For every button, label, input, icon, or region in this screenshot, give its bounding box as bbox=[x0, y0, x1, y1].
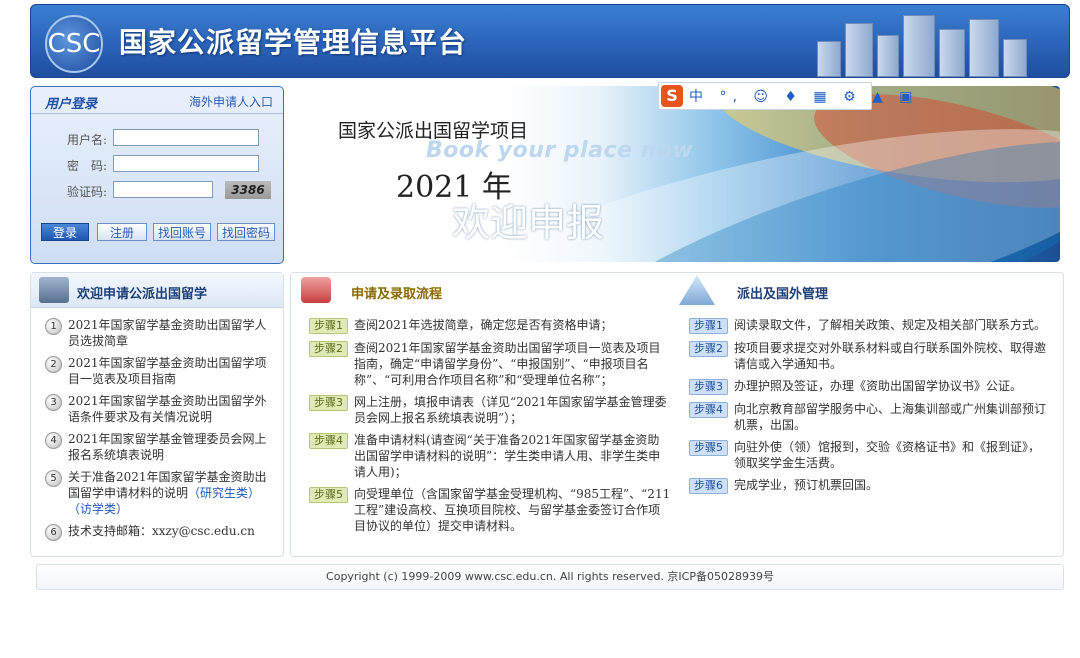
step-text: 按项目要求提交对外联系材料或自行联系国外院校、取得邀请信或入学通知书。 bbox=[734, 341, 1047, 371]
step-text: 完成学业，预订机票回国。 bbox=[734, 478, 879, 492]
visiting-scholar-link[interactable]: （访学类） bbox=[68, 502, 128, 516]
step-badge: 步骤2 bbox=[309, 341, 348, 357]
step-item: 步骤4 向北京教育部留学服务中心、上海集训部或广州集训部预订机票，出国。 bbox=[689, 401, 1051, 433]
step-item: 步骤6 完成学业，预订机票回国。 bbox=[689, 477, 1051, 494]
step-text: 向北京教育部留学服务中心、上海集训部或广州集训部预订机票，出国。 bbox=[734, 402, 1047, 432]
list-item-text[interactable]: 2021年国家留学基金资助出国留学人员选拔简章 bbox=[68, 317, 275, 349]
step-item: 步骤5 向驻外使（领）馆报到，交验《资格证书》和《报到证》，领取奖学金生活费。 bbox=[689, 439, 1051, 471]
step-text: 办理护照及签证，办理《资助出国留学协议书》公证。 bbox=[734, 379, 1023, 393]
list-item[interactable]: 3 2021年国家留学基金资助出国留学外语条件要求及有关情况说明 bbox=[45, 393, 275, 425]
apply-title: 欢迎申请公派出国留学 bbox=[77, 287, 208, 302]
overseas-applicant-link[interactable]: 海外申请人入口 bbox=[189, 93, 273, 110]
process-panel: 申请及录取流程 派出及国外管理 步骤1 查阅2021年选拔简章，确定您是否有资格申… bbox=[290, 272, 1064, 557]
list-item[interactable]: 5 关于准备2021年国家留学基金资助出国留学申请材料的说明（研究生类）（访学类） bbox=[45, 469, 275, 517]
step-text: 查阅2021年选拔简章，确定您是否有资格申请； bbox=[354, 318, 613, 332]
sogou-ime-icon[interactable]: S bbox=[661, 85, 683, 107]
step-text: 查阅2021年国家留学基金资助出国留学项目一览表及项目指南，确定“申请留学身份”… bbox=[354, 341, 661, 387]
application-flow-title: 申请及录取流程 bbox=[351, 287, 443, 302]
csc-logo-icon: CSC bbox=[45, 15, 103, 73]
site-header: CSC 国家公派留学管理信息平台 bbox=[30, 4, 1070, 78]
apply-header: 欢迎申请公派出国留学 bbox=[31, 273, 283, 308]
captcha-label: 验证码: bbox=[66, 185, 107, 199]
step-text: 准备申请材料(请查阅“关于准备2021年国家留学基金资助出国留学申请材料的说明”… bbox=[354, 433, 661, 479]
find-account-button[interactable]: 找回账号 bbox=[153, 223, 211, 241]
login-button[interactable]: 登录 bbox=[41, 223, 89, 241]
banner-subtitle: Book your place now bbox=[426, 138, 694, 163]
captcha-input[interactable] bbox=[113, 181, 213, 198]
apply-list: 1 2021年国家留学基金资助出国留学人员选拔简章 2 2021年国家留学基金资助出… bbox=[45, 317, 275, 547]
banner-welcome: 欢迎申报 bbox=[452, 201, 605, 245]
dispatch-management-title: 派出及国外管理 bbox=[737, 287, 829, 302]
step-badge: 步骤3 bbox=[689, 379, 728, 395]
skyline-image bbox=[807, 13, 1047, 77]
list-item[interactable]: 2 2021年国家留学基金资助出国留学项目一览表及项目指南 bbox=[45, 355, 275, 387]
step-badge: 步骤4 bbox=[309, 433, 348, 449]
application-steps: 步骤1 查阅2021年选拔简章，确定您是否有资格申请； 步骤2 查阅2021年国家留… bbox=[309, 317, 671, 540]
step-item: 步骤2 查阅2021年国家留学基金资助出国留学项目一览表及项目指南，确定“申请留学… bbox=[309, 340, 671, 388]
password-label: 密 码: bbox=[66, 159, 107, 173]
ime-toolbar[interactable]: S 中 °, ☺ ♦ ▦ ⚙ ▲ ▣ bbox=[658, 82, 913, 110]
step-badge: 步骤1 bbox=[309, 318, 348, 334]
step-item: 步骤5 向受理单位（含国家留学基金受理机构、“985工程”、“211工程”建设高校… bbox=[309, 486, 671, 534]
promo-banner[interactable]: 国家公派出国留学项目 Book your place now 2021 年 欢迎… bbox=[290, 86, 1060, 262]
step-badge: 步骤3 bbox=[309, 395, 348, 411]
number-badge-icon: 5 bbox=[45, 470, 62, 487]
captcha-image[interactable]: 3386 bbox=[225, 181, 271, 199]
site-footer: Copyright (c) 1999-2009 www.csc.edu.cn. … bbox=[36, 564, 1064, 590]
process-header: 申请及录取流程 派出及国外管理 bbox=[291, 273, 1061, 307]
register-button[interactable]: 注册 bbox=[97, 223, 147, 241]
step-text: 向驻外使（领）馆报到，交验《资格证书》和《报到证》，领取奖学金生活费。 bbox=[734, 440, 1041, 470]
number-badge-icon: 1 bbox=[45, 318, 62, 335]
step-badge: 步骤2 bbox=[689, 341, 728, 357]
list-item-text[interactable]: 2021年国家留学基金资助出国留学外语条件要求及有关情况说明 bbox=[68, 393, 275, 425]
step-item: 步骤4 准备申请材料(请查阅“关于准备2021年国家留学基金资助出国留学申请材料的… bbox=[309, 432, 671, 480]
password-input[interactable] bbox=[113, 155, 259, 172]
computer-icon bbox=[39, 277, 69, 303]
dispatch-steps: 步骤1 阅读录取文件，了解相关政策、规定及相关部门联系方式。 步骤2 按项目要求提交… bbox=[689, 317, 1051, 500]
find-password-button[interactable]: 找回密码 bbox=[217, 223, 275, 241]
step-item: 步骤1 阅读录取文件，了解相关政策、规定及相关部门联系方式。 bbox=[689, 317, 1051, 334]
list-item[interactable]: 4 2021年国家留学基金管理委员会网上报名系统填表说明 bbox=[45, 431, 275, 463]
step-badge: 步骤5 bbox=[689, 440, 728, 456]
username-input[interactable] bbox=[113, 129, 259, 146]
number-badge-icon: 6 bbox=[45, 524, 62, 541]
ime-tool-icons[interactable]: 中 °, ☺ ♦ ▦ ⚙ ▲ ▣ bbox=[689, 86, 919, 106]
site-title: 国家公派留学管理信息平台 bbox=[119, 26, 468, 59]
step-text: 网上注册，填报申请表（详见“2021年国家留学基金管理委员会网上报名系统填表说明… bbox=[354, 395, 667, 425]
step-text: 阅读录取文件，了解相关政策、规定及相关部门联系方式。 bbox=[734, 318, 1047, 332]
list-item: 6 技术支持邮箱：xxzy@csc.edu.cn bbox=[45, 523, 275, 541]
step-item: 步骤1 查阅2021年选拔简章，确定您是否有资格申请； bbox=[309, 317, 671, 334]
step-item: 步骤3 办理护照及签证，办理《资助出国留学协议书》公证。 bbox=[689, 378, 1051, 395]
support-email-text: 技术支持邮箱：xxzy@csc.edu.cn bbox=[68, 524, 255, 538]
login-panel: 用户登录 海外申请人入口 用户名: 密 码: 验证码: 3386 登录 注册 找… bbox=[30, 86, 284, 264]
step-badge: 步骤6 bbox=[689, 478, 728, 494]
number-badge-icon: 2 bbox=[45, 356, 62, 373]
list-item-text[interactable]: 2021年国家留学基金资助出国留学项目一览表及项目指南 bbox=[68, 355, 275, 387]
list-item[interactable]: 1 2021年国家留学基金资助出国留学人员选拔简章 bbox=[45, 317, 275, 349]
number-badge-icon: 4 bbox=[45, 432, 62, 449]
step-badge: 步骤1 bbox=[689, 318, 728, 334]
logo-text: CSC bbox=[47, 29, 101, 59]
step-text: 向受理单位（含国家留学基金受理机构、“985工程”、“211工程”建设高校、互换… bbox=[354, 487, 671, 533]
graduate-link[interactable]: （研究生类） bbox=[188, 486, 260, 500]
login-header: 用户登录 海外申请人入口 bbox=[31, 87, 283, 114]
number-badge-icon: 3 bbox=[45, 394, 62, 411]
step-item: 步骤2 按项目要求提交对外联系材料或自行联系国外院校、取得邀请信或入学通知书。 bbox=[689, 340, 1051, 372]
step-item: 步骤3 网上注册，填报申请表（详见“2021年国家留学基金管理委员会网上报名系统填… bbox=[309, 394, 671, 426]
list-item-text[interactable]: 2021年国家留学基金管理委员会网上报名系统填表说明 bbox=[68, 431, 275, 463]
step-badge: 步骤4 bbox=[689, 402, 728, 418]
step-badge: 步骤5 bbox=[309, 487, 348, 503]
tools-icon bbox=[301, 277, 331, 303]
sailboat-icon bbox=[679, 275, 715, 305]
username-label: 用户名: bbox=[66, 133, 107, 147]
login-title: 用户登录 bbox=[45, 97, 98, 112]
apply-info-panel: 欢迎申请公派出国留学 1 2021年国家留学基金资助出国留学人员选拔简章 2 202… bbox=[30, 272, 284, 557]
